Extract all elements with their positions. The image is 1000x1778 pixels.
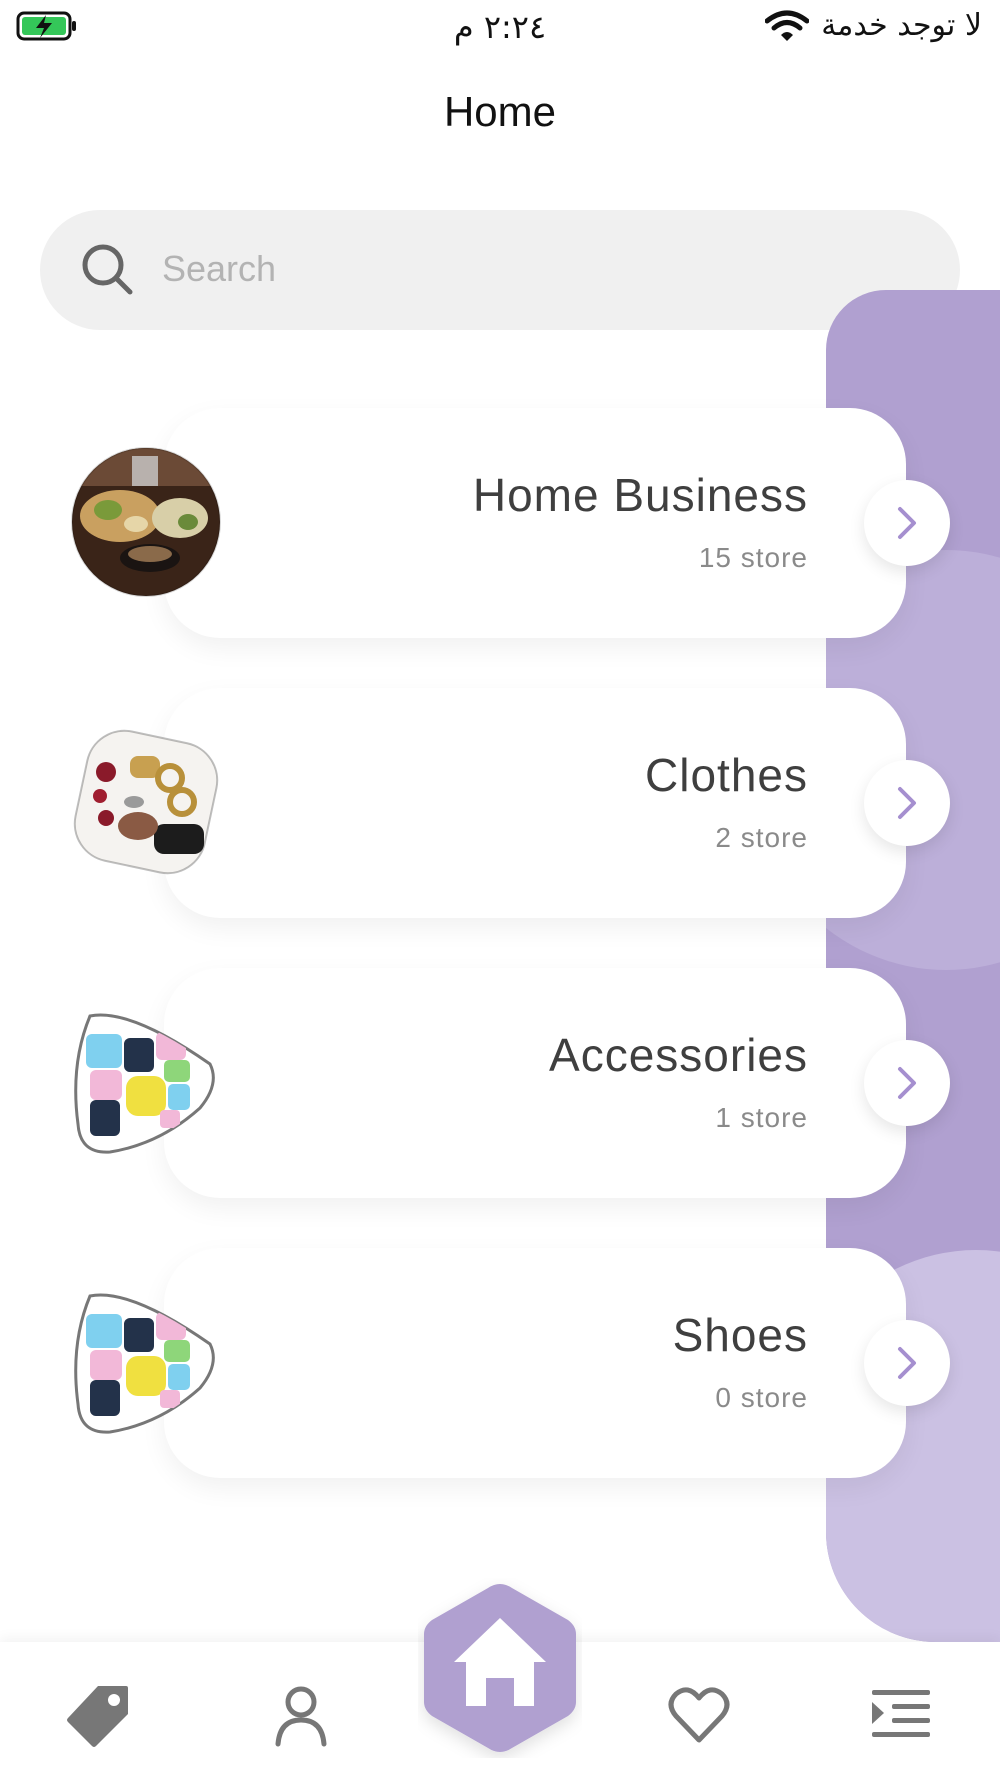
open-category-button[interactable] (864, 480, 950, 566)
heart-icon[interactable] (664, 1680, 734, 1750)
category-card-clothes[interactable]: Clothes 2 store (164, 688, 906, 918)
page-title: Home (443, 88, 557, 135)
category-store-count: 1 store (715, 1102, 808, 1133)
status-bar: ٢:٢٤ م لا توجد خدمة (0, 0, 1000, 56)
home-tab-button[interactable] (418, 1578, 582, 1758)
search-icon (82, 244, 133, 295)
chevron-right-icon (898, 507, 916, 539)
category-card-home-business[interactable]: Home Business 15 store (164, 408, 906, 638)
chevron-right-icon (898, 1067, 916, 1099)
carrier-text: لا توجد خدمة (821, 8, 982, 43)
category-title: Home Business (472, 469, 808, 521)
open-category-button[interactable] (864, 760, 950, 846)
open-category-button[interactable] (864, 1320, 950, 1406)
open-category-button[interactable] (864, 1040, 950, 1126)
category-store-count: 15 store (698, 542, 808, 573)
chevron-right-icon (898, 787, 916, 819)
accessories-collage-image (73, 729, 219, 875)
search-input[interactable] (160, 236, 884, 302)
category-title: Clothes (645, 749, 808, 801)
tag-icon[interactable] (64, 1680, 134, 1750)
clothes-collage-image (74, 1293, 215, 1434)
menu-icon[interactable] (866, 1680, 936, 1750)
clothes-collage-image (74, 1013, 215, 1154)
category-title: Accessories (549, 1029, 808, 1081)
profile-icon[interactable] (266, 1680, 336, 1750)
category-store-count: 0 store (715, 1382, 808, 1413)
category-card-accessories[interactable]: Accessories 1 store (164, 968, 906, 1198)
food-plate-image (71, 447, 221, 597)
chevron-right-icon (898, 1347, 916, 1379)
category-title: Shoes (672, 1309, 808, 1361)
category-store-count: 2 store (715, 822, 808, 853)
category-card-shoes[interactable]: Shoes 0 store (164, 1248, 906, 1478)
wifi-icon (765, 10, 810, 41)
